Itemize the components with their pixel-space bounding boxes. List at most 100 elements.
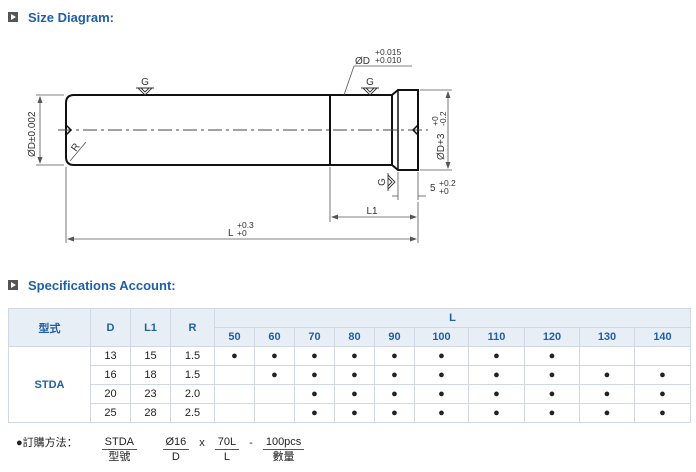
- availability-cell: ●: [524, 346, 580, 366]
- l1-dimension-label: L1: [366, 206, 378, 217]
- header-l-value: 80: [334, 327, 375, 347]
- cell-r: 2.0: [170, 384, 215, 404]
- availability-cell: ●: [334, 403, 375, 423]
- availability-cell: [214, 403, 255, 423]
- cell-d: 25: [90, 403, 131, 423]
- header-l-value: 60: [254, 327, 295, 347]
- availability-cell: ●: [374, 365, 415, 385]
- availability-cell: ●: [634, 365, 691, 385]
- cell-l1: 18: [130, 365, 171, 385]
- size-diagram-heading: Size Diagram:: [8, 8, 114, 26]
- l-dimension-tol-minus: +0: [237, 228, 247, 238]
- grind-symbol-mid: G: [366, 77, 374, 88]
- availability-cell: ●: [334, 346, 375, 366]
- table-row: 16 18 1.5 ● ● ● ● ● ● ● ● ●: [9, 365, 691, 385]
- availability-cell: ●: [254, 346, 295, 366]
- availability-cell: ●: [414, 403, 469, 423]
- cell-l1: 15: [130, 346, 171, 366]
- grind-symbol-head: G: [377, 178, 388, 186]
- availability-cell: ●: [579, 384, 635, 404]
- availability-cell: ●: [294, 384, 335, 404]
- header-d: D: [90, 308, 131, 347]
- availability-cell: ●: [254, 365, 295, 385]
- l-dimension-label: L: [228, 228, 234, 239]
- availability-cell: [214, 384, 255, 404]
- availability-cell: ●: [294, 365, 335, 385]
- availability-cell: ●: [468, 403, 525, 423]
- availability-cell: ●: [414, 346, 469, 366]
- order-x-separator: x: [199, 437, 205, 449]
- table-row: 25 28 2.5 ● ● ● ● ● ● ● ●: [9, 403, 691, 423]
- cell-r: 1.5: [170, 346, 215, 366]
- availability-cell: [579, 346, 635, 366]
- cell-l1: 28: [130, 403, 171, 423]
- cell-d: 13: [90, 346, 131, 366]
- head-length-label: 5: [430, 183, 436, 194]
- order-part-diameter: Ø16 D: [162, 436, 190, 464]
- order-part-length: 70L L: [214, 436, 240, 464]
- cell-r: 2.5: [170, 403, 215, 423]
- header-l-value: 130: [579, 327, 635, 347]
- section-arrow-icon: [8, 280, 18, 290]
- header-l-value: 120: [524, 327, 580, 347]
- availability-cell: ●: [468, 384, 525, 404]
- availability-cell: ●: [634, 384, 691, 404]
- availability-cell: ●: [634, 403, 691, 423]
- head-length-tol-minus: +0: [439, 186, 449, 196]
- availability-cell: ●: [334, 365, 375, 385]
- availability-cell: ●: [524, 384, 580, 404]
- cell-r: 1.5: [170, 365, 215, 385]
- availability-cell: ●: [468, 346, 525, 366]
- order-part-quantity: 100pcs 數量: [262, 436, 305, 464]
- availability-cell: [634, 346, 691, 366]
- specifications-table: 型式 D L1 R L 50 60 70 80 90 100 110 120 1…: [8, 308, 691, 423]
- cell-d: 16: [90, 365, 131, 385]
- availability-cell: [214, 365, 255, 385]
- header-l-value: 50: [214, 327, 255, 347]
- size-diagram: ØD±0.002 R G G ØD +0.015 +0.010 ØD+3 +0 …: [27, 47, 456, 243]
- availability-cell: ●: [579, 365, 635, 385]
- header-l-value: 90: [374, 327, 415, 347]
- availability-cell: ●: [524, 403, 580, 423]
- availability-cell: [254, 403, 295, 423]
- header-l-value: 110: [468, 327, 525, 347]
- left-diameter-label: ØD±0.002: [27, 111, 38, 157]
- header-l-value: 70: [294, 327, 335, 347]
- grind-symbol-left: G: [141, 77, 149, 88]
- specifications-heading: Specifications Account:: [8, 276, 176, 294]
- table-row: 20 23 2.0 ● ● ● ● ● ● ● ●: [9, 384, 691, 404]
- order-method: ●訂購方法： STDA 型號 x Ø16 D x 70L L - 100pcs …: [16, 436, 310, 464]
- availability-cell: ●: [414, 384, 469, 404]
- availability-cell: ●: [294, 346, 335, 366]
- availability-cell: ●: [374, 384, 415, 404]
- availability-cell: ●: [214, 346, 255, 366]
- specifications-title: Specifications Account:: [28, 277, 176, 293]
- header-r: R: [170, 308, 215, 347]
- availability-cell: ●: [374, 346, 415, 366]
- availability-cell: ●: [414, 365, 469, 385]
- table-header-row: 型式 D L1 R L: [8, 308, 691, 347]
- right-diameter-tol-minus: -0.2: [438, 111, 448, 126]
- order-part-model: STDA 型號: [101, 436, 137, 464]
- table-row: STDA 13 15 1.5 ● ● ● ● ● ● ● ●: [8, 346, 691, 423]
- radius-label: R: [69, 141, 82, 153]
- availability-cell: [254, 384, 295, 404]
- model-cell: STDA: [8, 346, 91, 423]
- size-diagram-title: Size Diagram:: [28, 9, 114, 25]
- right-diameter-label: ØD+3: [436, 133, 447, 160]
- availability-cell: ●: [579, 403, 635, 423]
- order-method-label: ●訂購方法：: [16, 437, 78, 449]
- availability-cell: ●: [524, 365, 580, 385]
- availability-cell: ●: [294, 403, 335, 423]
- top-diameter-tol-minus: +0.010: [375, 55, 402, 65]
- cell-d: 20: [90, 384, 131, 404]
- availability-cell: ●: [468, 365, 525, 385]
- header-l-value: 100: [414, 327, 469, 347]
- header-model: 型式: [8, 308, 91, 347]
- section-arrow-icon: [8, 12, 18, 22]
- availability-cell: ●: [334, 384, 375, 404]
- order-dash-separator: -: [249, 437, 253, 449]
- header-l1: L1: [130, 308, 171, 347]
- availability-cell: ●: [374, 403, 415, 423]
- cell-l1: 23: [130, 384, 171, 404]
